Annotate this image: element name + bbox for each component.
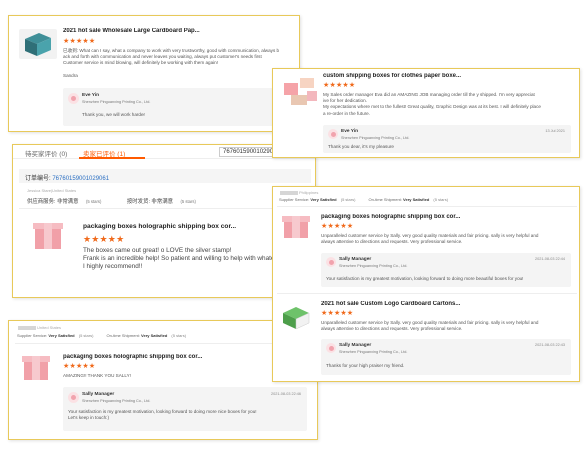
star-rating: ★★★★★ [323, 82, 356, 89]
avatar [326, 257, 336, 267]
star-rating: ★★★★★ [321, 310, 354, 317]
seller-reply-box: Sally Manager Shenzhen Pinguanxing Print… [321, 253, 571, 287]
green-box-product-image[interactable] [279, 299, 313, 333]
review-text: Unparalleled customer service by Sally. … [321, 233, 539, 245]
review-card-1: 2021 hot sale Wholesale Large Cardboard … [8, 15, 300, 132]
reply-company: Shenzhen Pinguanxing Printing Co., Ltd. [82, 100, 151, 104]
pink-box-product-image[interactable] [29, 217, 67, 257]
avatar [326, 343, 336, 353]
reply-company: Shenzhen Pinguanxing Printing Co., Ltd. [339, 350, 408, 354]
review-card-4: Philippines Supplier Service: Very Satis… [272, 186, 580, 382]
teal-box-product-image[interactable] [19, 29, 57, 59]
seller-reply-box: Sally Manager Shenzhen Pinguanxing Print… [63, 387, 307, 431]
reply-text: Thank you, we will work harder [82, 112, 146, 117]
product-title[interactable]: 2021 hot sale Custom Logo Cardboard Cart… [321, 301, 460, 307]
review-text: 已收到: What can I say, what a company to w… [63, 48, 280, 66]
tab-pending-review[interactable]: 待买家评价 (0) [25, 148, 67, 158]
divider [277, 206, 577, 207]
review-text: Unparalleled customer service by Sally. … [321, 320, 539, 332]
buyer-line: United States [17, 325, 61, 330]
reply-company: Shenzhen Pinguanxing Printing Co., Ltd. [82, 399, 151, 403]
pink-box-product-image[interactable] [19, 351, 53, 387]
divider [277, 293, 577, 294]
reply-text: Your satisfaction is my greatest motivat… [326, 276, 524, 281]
reply-date: 2021-08-03 22:46 [271, 392, 301, 396]
reply-text: Your satisfaction is my greatest motivat… [68, 409, 257, 420]
pink-box-product-image[interactable] [279, 211, 313, 245]
reply-name: Sally Manager [339, 257, 372, 262]
reply-company: Shenzhen Pinguanxing Printing Co., Ltd. [341, 136, 410, 140]
reply-text: Thanks for your high praise! my friend. [326, 363, 405, 368]
order-review-page: 待买家评价 (0) 卖家已评价 (1) 76760159001029061 订单… [12, 144, 316, 298]
avatar [68, 93, 79, 104]
reply-date: 2021-08-03 22:44 [535, 257, 565, 261]
divider [15, 343, 313, 344]
avatar [68, 392, 79, 403]
reply-name: Sally Manager [339, 343, 372, 348]
reply-name: Sally Manager [82, 392, 115, 397]
buyer-line: Jessica Stare|United States [27, 188, 77, 193]
reply-text: Thank you dear, it's my pleasure [328, 144, 394, 149]
ratings-line: Supplier Service: Very Satisfied (5 star… [279, 197, 449, 202]
review-text: My Sales order manager Eva did an AMAZIN… [323, 92, 541, 116]
product-title[interactable]: 2021 hot sale Wholesale Large Cardboard … [63, 28, 295, 34]
buyer-name-blurred [280, 190, 298, 195]
order-header: 订单编号: 76760159001029061 [19, 169, 311, 183]
seller-reply-box: Eve Yin Shenzhen Pinguanxing Printing Co… [63, 88, 285, 126]
reply-company: Shenzhen Pinguanxing Printing Co., Ltd. [339, 264, 408, 268]
buyer-name-blurred [18, 325, 36, 330]
ratings-line: 供应商服务: 非常满意 (5 stars) 按时发货: 非常满意 (5 star… [27, 199, 196, 205]
star-rating: ★★★★★ [83, 234, 125, 244]
review-card-2: custom shipping boxes for clothes paper … [272, 68, 580, 158]
avatar [328, 129, 338, 139]
gift-boxes-product-image[interactable] [281, 75, 319, 109]
order-number-link[interactable]: 76760159001029061 [52, 176, 109, 182]
review-text: AMAZING!! THANK YOU SALLY! [63, 373, 131, 378]
reply-name: Eve Yin [82, 93, 100, 98]
product-title[interactable]: custom shipping boxes for clothes paper … [323, 73, 461, 79]
seller-reply-box: Sally Manager Shenzhen Pinguanxing Print… [321, 339, 571, 375]
reviewer-name: Sandra [63, 73, 78, 78]
star-rating: ★★★★★ [63, 38, 96, 45]
order-label: 订单编号: [25, 176, 51, 182]
seller-reply-box: Eve Yin Shenzhen Pinguanxing Printing Co… [323, 125, 571, 153]
divider [19, 208, 311, 209]
product-title[interactable]: packaging boxes holographic shipping box… [83, 223, 236, 230]
reply-name: Eve Yin [341, 129, 359, 134]
tab-active-underline [79, 157, 145, 159]
star-rating: ★★★★★ [63, 363, 96, 370]
reply-date: 13 Jul 2021 [545, 129, 565, 133]
reply-date: 2021-08-03 22:43 [535, 343, 565, 347]
buyer-line: Philippines [279, 190, 318, 195]
ratings-line: Supplier Service: Very Satisfied (5 star… [17, 333, 187, 338]
star-rating: ★★★★★ [321, 223, 354, 230]
product-title[interactable]: packaging boxes holographic shipping box… [63, 354, 202, 360]
product-title[interactable]: packaging boxes holographic shipping box… [321, 214, 460, 220]
tab-bar: 待买家评价 (0) 卖家已评价 (1) 76760159001029061 [13, 145, 315, 159]
